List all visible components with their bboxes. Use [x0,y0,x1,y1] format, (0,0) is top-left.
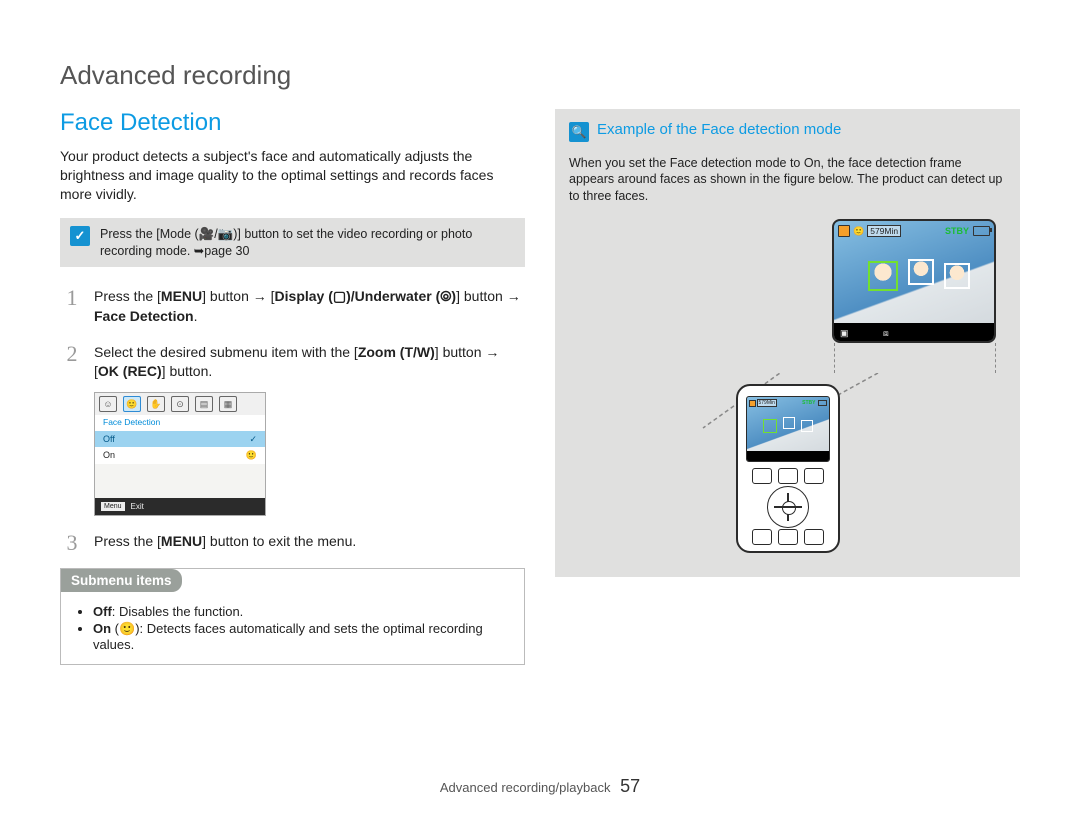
lcd-list-title: Face Detection [95,415,265,431]
submenu-box: Submenu items Off: Disables the function… [60,568,525,665]
device-button [752,529,772,545]
check-icon: ✓ [70,226,90,246]
face-frame-secondary [801,420,813,432]
lcd-tab-active-icon: 🙂 [123,396,141,412]
right-column: 🔍 Example of the Face detection mode Whe… [555,109,1020,665]
scene-icon [838,225,850,237]
step-3: Press the [MENU] button to exit the menu… [60,532,525,552]
lcd-item-on: On 🙂 [95,447,265,464]
device-screen: 579Min STBY [746,396,830,462]
mode-icon: ▣ [840,328,849,338]
left-column: Face Detection Your product detects a su… [60,109,525,665]
section-title: Face Detection [60,109,525,137]
check-icon: ✓ [249,433,257,446]
page-number: 57 [620,776,640,796]
face-frame-secondary [944,263,970,289]
example-title: Example of the Face detection mode [597,121,841,138]
device-buttons [738,468,838,545]
device-button [804,468,824,484]
lcd-tab-icon: ⊙ [171,396,189,412]
face-icon: 🙂 [853,226,864,237]
scene-icon [749,400,756,407]
face-frame-secondary [908,259,934,285]
lcd-tab-icon: ☺ [99,396,117,412]
intro-text: Your product detects a subject's face an… [60,147,525,204]
lcd-tab-icon: ▤ [195,396,213,412]
lcd-on-label: On [103,449,115,462]
steps-list: Press the [MENU] button → [Display (▢)/U… [60,287,525,551]
device-button [778,468,798,484]
face-frame-primary [868,261,898,291]
face-frame-primary [763,419,777,433]
lcd-tab-icon: ✋ [147,396,165,412]
setting-icon: ⧈ [883,328,889,338]
monitor-screen: 🙂 579Min STBY ▣ ⧈ [832,219,996,343]
face-frame-secondary [783,417,795,429]
menu-tag: Menu [101,502,125,512]
submenu-header: Submenu items [61,569,182,592]
magnifier-icon: 🔍 [569,122,589,142]
device-button [778,529,798,545]
example-body: When you set the Face detection mode to … [569,155,1006,206]
precondition-note: ✓ Press the [Mode (🎥/📷)] button to set t… [60,218,525,268]
lcd-tab-icon: ▦ [219,396,237,412]
battery-icon [973,226,990,236]
stby-label: STBY [945,226,969,236]
example-box: 🔍 Example of the Face detection mode Whe… [555,109,1020,577]
time-chip: 579Min [757,399,777,407]
battery-icon [818,400,827,406]
lcd-off-label: Off [103,433,115,446]
dpad [767,486,809,528]
time-chip: 579Min [867,225,901,237]
connector-area: 579Min STBY [569,363,1006,553]
lcd-footer: Menu Exit [95,498,265,515]
device-button [804,529,824,545]
chapter-title: Advanced recording [60,60,1020,91]
lcd-exit-label: Exit [131,501,144,512]
device-button [752,468,772,484]
step-2: Select the desired submenu item with the… [60,343,525,516]
face-icon: 🙂 [246,449,257,462]
lcd-tabs: ☺ 🙂 ✋ ⊙ ▤ ▦ [95,393,265,415]
footer-section: Advanced recording/playback [440,780,611,795]
lcd-item-off: Off ✓ [95,431,265,448]
lcd-illustration: ☺ 🙂 ✋ ⊙ ▤ ▦ Face Detection Off ✓ [94,392,266,516]
step-1: Press the [MENU] button → [Display (▢)/U… [60,287,525,326]
device-illustration: 579Min STBY [736,384,840,553]
submenu-body: Off: Disables the function. On (🙂): Dete… [61,592,524,664]
page-footer: Advanced recording/playback 57 [0,776,1080,797]
precondition-text: Press the [Mode (🎥/📷)] button to set the… [100,226,515,260]
stby-label: STBY [802,400,815,406]
